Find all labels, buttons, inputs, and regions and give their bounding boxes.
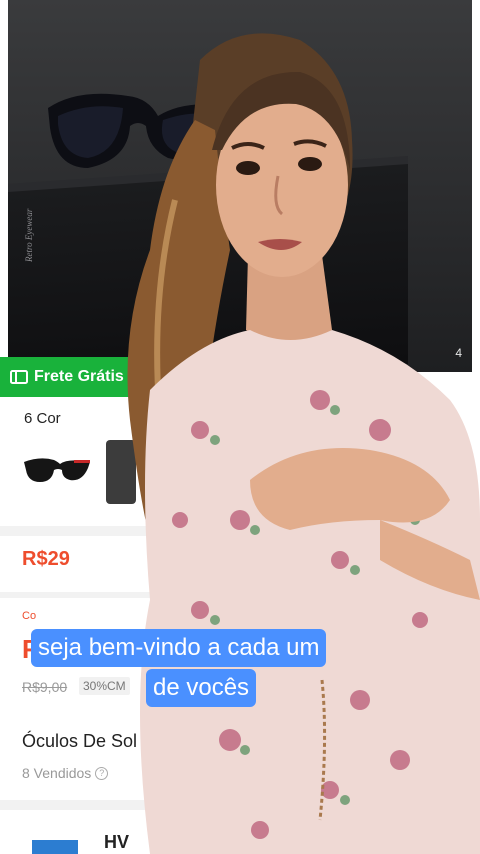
- color-count-label: 6 Cor: [24, 410, 61, 427]
- product-image[interactable]: Retro Eyewear 4: [8, 0, 472, 372]
- color-option-2[interactable]: [106, 440, 136, 504]
- caption-line-2: de vocês: [146, 669, 257, 707]
- store-logo[interactable]: [32, 840, 78, 854]
- section-divider: [0, 800, 480, 810]
- price-range: R$29: [22, 548, 70, 570]
- coupon-label: Co: [22, 610, 37, 622]
- product-box: [8, 164, 408, 372]
- store-name[interactable]: HV: [104, 832, 129, 853]
- caption-line-1: seja bem-vindo a cada um: [31, 629, 327, 667]
- original-price: R$9,00: [22, 679, 68, 695]
- image-counter: 4: [455, 346, 462, 360]
- ticket-icon: [10, 370, 28, 384]
- sunglasses-image: [48, 93, 233, 168]
- store-visit-button[interactable]: [400, 838, 460, 854]
- discount-tag: 30%CM: [79, 677, 130, 695]
- section-divider: [0, 592, 480, 598]
- product-title: Óculos De Sol A: [22, 731, 154, 751]
- color-option-black[interactable]: [22, 448, 92, 488]
- brand-watermark: Retro Eyewear: [24, 208, 34, 262]
- sold-count-label: 8 Vendidos: [22, 765, 92, 781]
- sold-count: 8 Vendidos ?: [22, 765, 109, 781]
- section-divider: [0, 526, 480, 536]
- free-shipping-label: Frete Grátis: [34, 368, 124, 385]
- help-icon[interactable]: ?: [95, 766, 109, 780]
- free-shipping-badge: Frete Grátis: [0, 357, 134, 397]
